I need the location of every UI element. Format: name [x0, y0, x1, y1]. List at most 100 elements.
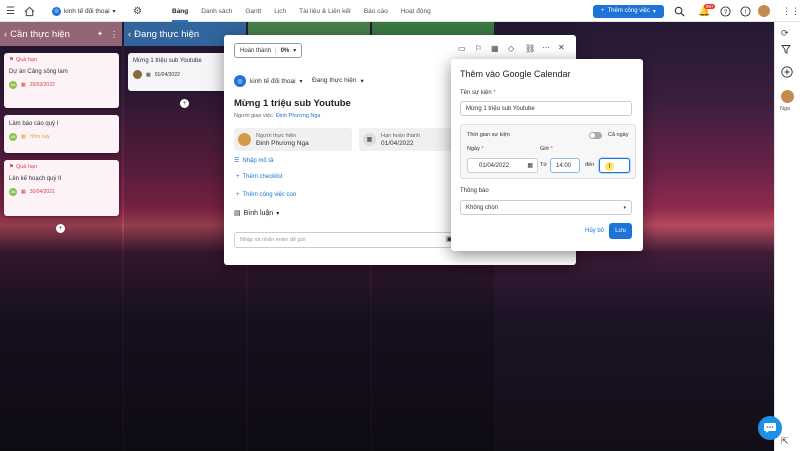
due-date: 30/04/2021	[29, 189, 55, 195]
flag-icon: ⚑	[9, 164, 14, 170]
assignee-name: Đinh Phương Nga	[256, 139, 309, 147]
export-icon[interactable]: ⇱	[781, 436, 789, 447]
task-card[interactable]: Làm báo cáo quý I AN ▦ Hôm nay	[4, 115, 119, 153]
notify-label: Thông báo	[460, 188, 489, 194]
add-subtask-button[interactable]: + Thêm công việc con	[236, 192, 296, 198]
help-icon[interactable]: ?	[720, 5, 731, 17]
bell-icon[interactable]: 🔔 99+	[698, 3, 716, 17]
calendar-icon[interactable]: ▦	[491, 44, 499, 53]
project-avatar: ◎	[234, 75, 246, 87]
chevron-left-icon[interactable]: ‹	[128, 29, 131, 40]
add-task-button[interactable]: + Thêm công việc ▾	[593, 4, 664, 18]
calendar-icon: ▦	[21, 134, 26, 140]
chat-support-button[interactable]	[758, 416, 782, 440]
deadline-label: Hạn hoàn thành	[381, 132, 421, 139]
assignee-avatar	[133, 70, 142, 79]
assignee-avatar: AN	[9, 188, 17, 196]
chevron-down-icon: ▾	[276, 210, 280, 217]
add-card-button[interactable]: +	[180, 99, 189, 108]
deadline-value: 01/04/2022	[381, 139, 414, 147]
tab-list[interactable]: Danh sách	[201, 8, 232, 15]
card-title: Mừng 1 triệu sub Youtube	[133, 58, 202, 64]
due-date: 01/04/2022	[154, 71, 180, 78]
chevron-down-icon: ▾	[299, 78, 303, 85]
tab-activity[interactable]: Hoạt động	[401, 8, 431, 15]
add-card-button[interactable]: +	[56, 224, 65, 233]
tab-calendar[interactable]: Lịch	[274, 8, 286, 15]
tab-gantt[interactable]: Gantt	[245, 8, 261, 15]
add-checklist-button[interactable]: + Thêm checklist	[236, 174, 283, 180]
to-label: đến	[585, 162, 595, 168]
date-input[interactable]: 01/04/2022 ▦	[467, 158, 538, 173]
assignee-avatar: AN	[9, 133, 17, 141]
more-icon[interactable]: ⋯	[542, 43, 550, 52]
project-name: kinh tế đối thoại	[250, 77, 296, 85]
task-title[interactable]: Mừng 1 triệu sub Youtube	[234, 98, 351, 109]
assignee-avatar: AN	[9, 81, 17, 89]
project-breadcrumb[interactable]: ◎ kinh tế đối thoại ▾	[234, 75, 303, 87]
add-description-button[interactable]: ☰ Nhập mô tả	[234, 157, 273, 165]
project-selector[interactable]: ◎ kinh tế đối thoại ▾	[52, 0, 116, 22]
info-icon[interactable]: !	[740, 5, 751, 17]
save-button[interactable]: Lưu	[609, 223, 632, 239]
text-cursor-icon: I	[605, 162, 614, 171]
modal-title: Thêm vào Google Calendar	[460, 69, 571, 79]
tab-reports[interactable]: Báo cáo	[364, 8, 388, 15]
all-day-toggle[interactable]	[589, 132, 602, 139]
chevron-down-icon: ▾	[652, 8, 656, 15]
assignee-box[interactable]: Người thực hiện Đinh Phương Nga	[234, 128, 352, 151]
tab-docs-links[interactable]: Tài liệu & Liên kết	[299, 8, 351, 15]
svg-text:?: ?	[724, 8, 728, 15]
task-card[interactable]: ⚑ Quá hạn Dự án Cảng sông lam AN ▦ 25/03/20…	[4, 53, 119, 108]
user-avatar[interactable]	[758, 5, 770, 17]
tab-board[interactable]: Bảng	[172, 8, 189, 22]
due-date: Hôm nay	[29, 134, 50, 140]
assigner-link[interactable]: Đinh Phương Nga	[276, 113, 321, 119]
notify-select[interactable]: Không chọn ▾	[460, 200, 632, 215]
status-dropdown[interactable]: Hoàn thành | 0% ▾	[234, 43, 303, 58]
tag-icon[interactable]: ◇	[508, 44, 514, 53]
chevron-down-icon: ▾	[293, 48, 297, 54]
from-label: Từ	[540, 162, 548, 168]
svg-text:!: !	[745, 9, 747, 16]
hour-label: Giờ *	[540, 146, 553, 152]
event-name-input[interactable]: Mừng 1 triệu sub Youtube	[460, 101, 632, 116]
plus-icon: +	[601, 8, 605, 14]
menu-icon[interactable]: ☰	[6, 6, 15, 17]
chat-icon[interactable]: ▭	[458, 44, 466, 53]
bot-icon[interactable]: ✦	[97, 30, 103, 38]
comment-icon: ▤	[234, 210, 241, 217]
cancel-button[interactable]: Hủy bỏ	[585, 228, 604, 234]
add-member-icon[interactable]	[781, 66, 793, 78]
chat-bubble-icon	[764, 423, 776, 433]
due-date: 25/03/2022	[29, 82, 55, 88]
comments-section-toggle[interactable]: ▤ Bình luận ▾	[234, 209, 280, 218]
member-avatar[interactable]	[781, 90, 794, 103]
chevron-left-icon[interactable]: ‹	[4, 29, 7, 40]
calendar-icon[interactable]: ▦	[527, 162, 533, 169]
comment-input[interactable]: Nhập và nhấn enter để gửi	[234, 232, 459, 248]
home-icon[interactable]	[24, 6, 35, 17]
task-card[interactable]: ⚑ Quá hạn Lên kế hoạch quý II AN ▦ 30/04/20…	[4, 160, 119, 216]
search-icon[interactable]	[674, 6, 685, 17]
calendar-icon: ▦	[21, 82, 26, 88]
end-time-input[interactable]	[599, 158, 630, 173]
chevron-down-icon: ▾	[360, 78, 364, 85]
settings-gear-icon[interactable]: ⚙	[133, 6, 142, 17]
start-time-input[interactable]: 14:00	[550, 158, 580, 173]
card-title: Dự án Cảng sông lam	[9, 69, 68, 75]
filter-icon[interactable]	[781, 44, 791, 54]
link-icon[interactable]: ⛓	[525, 44, 535, 53]
plus-icon: +	[236, 192, 240, 198]
overdue-tag: ⚑ Quá hạn	[9, 164, 38, 170]
stage-dropdown[interactable]: Đang thực hiện ▾	[312, 77, 364, 85]
apps-grid-icon[interactable]: ⋮⋮	[782, 6, 800, 17]
bookmark-icon[interactable]: ⚐	[475, 44, 482, 53]
close-icon[interactable]: ✕	[558, 43, 565, 52]
member-name: Nga	[780, 106, 791, 112]
more-icon[interactable]: ⋮	[110, 30, 118, 39]
deadline-box[interactable]: ▦ Hạn hoàn thành 01/04/2022	[359, 128, 459, 151]
calendar-icon: ▦	[21, 189, 26, 195]
refresh-icon[interactable]: ⟳	[781, 28, 789, 39]
stage-label: Đang thực hiện	[312, 77, 357, 84]
